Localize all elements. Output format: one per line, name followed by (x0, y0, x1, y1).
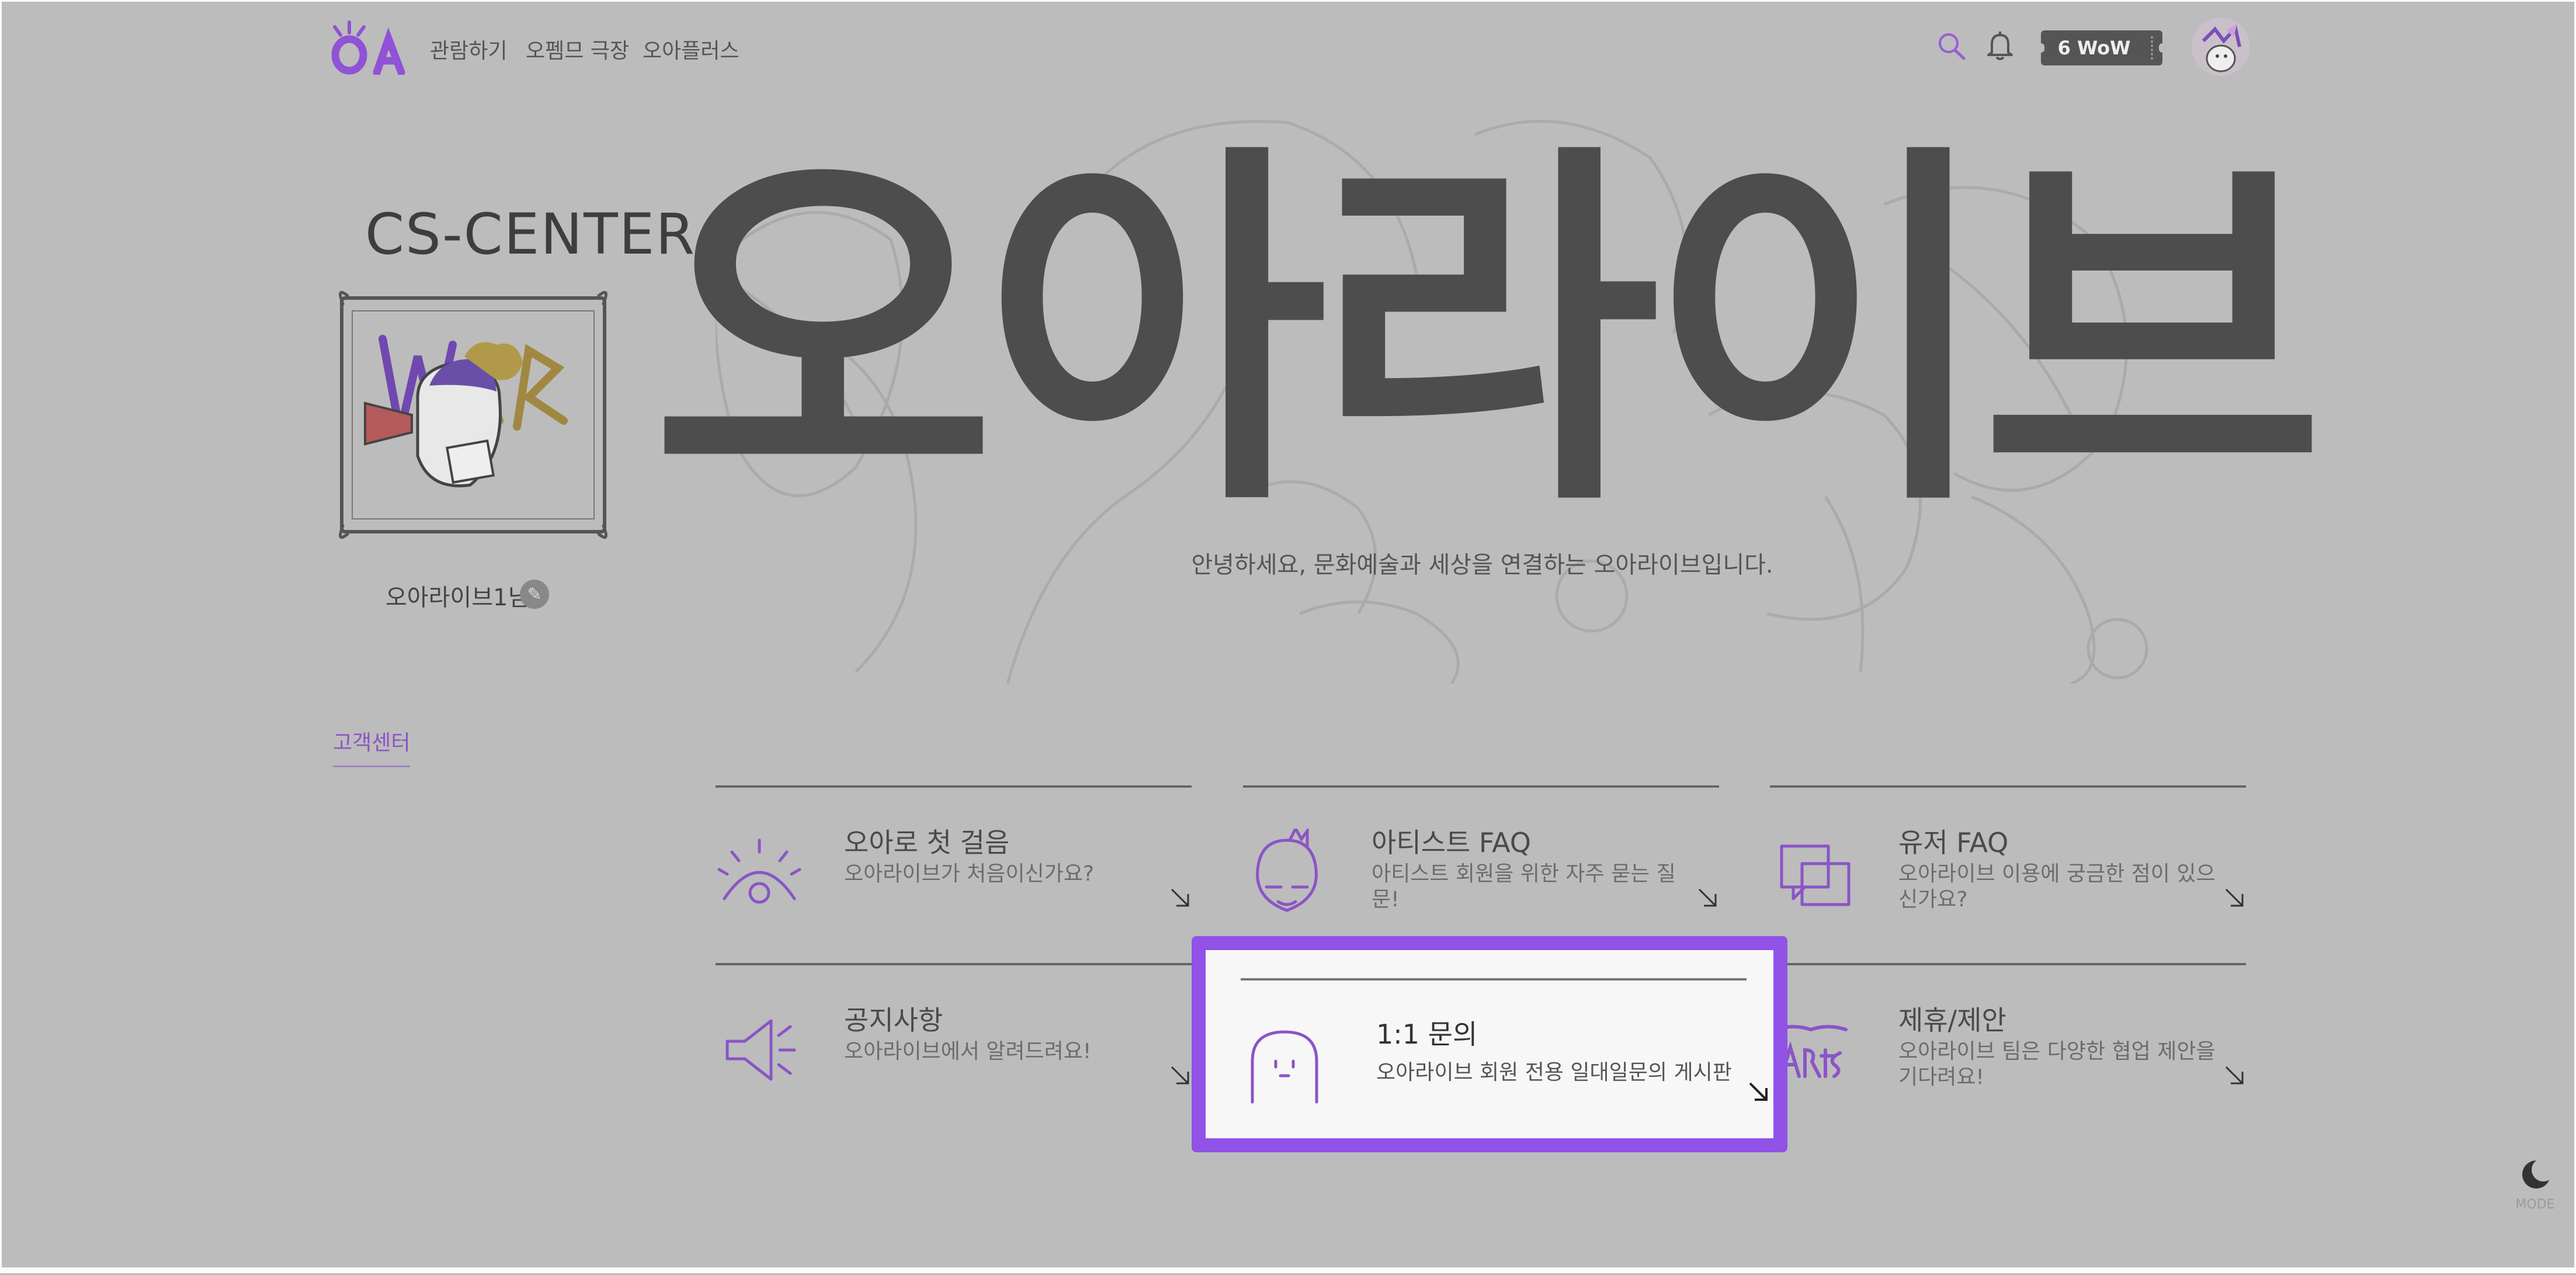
ticket-notch (2159, 43, 2166, 53)
dark-mode-toggle[interactable]: MODE (2500, 1157, 2570, 1215)
card-title: 아티스트 FAQ (1372, 827, 1532, 858)
card-notice[interactable]: 공지사항 오아라이브에서 알려드려요! (716, 963, 1192, 1106)
artist-face-icon (1256, 829, 1318, 912)
nav-item-oa-plus[interactable]: 오아플러스 (643, 34, 740, 64)
card-desc: 오아라이브가 처음이신가요? (844, 862, 1094, 886)
profile-frame-illustration (339, 290, 607, 539)
card-desc: 오아라이브 이용에 궁금한 점이 있으신가요? (1898, 862, 2216, 912)
avatar[interactable] (2192, 18, 2250, 76)
hero-title: 오아라이브 (651, 115, 2325, 550)
card-title: 오아로 첫 걸음 (844, 827, 1010, 858)
card-desc: 오아라이브 회원 전용 일대일문의 게시판 (1376, 1061, 1732, 1085)
arrow-down-right-icon (2225, 888, 2244, 907)
nav-item-watch[interactable]: 관람하기 (430, 34, 507, 64)
mode-label: MODE (2515, 1197, 2554, 1212)
arrow-down-right-icon (1749, 1082, 1768, 1101)
card-user-faq[interactable]: 유저 FAQ 오아라이브 이용에 궁금한 점이 있으신가요? (1770, 785, 2246, 928)
card-desc: 아티스트 회원을 위한 자주 묻는 질문! (1372, 862, 1676, 912)
avatar-image (2202, 23, 2241, 72)
pencil-icon[interactable]: ✎ (520, 580, 549, 609)
arrow-down-right-icon (1698, 888, 1717, 907)
card-title: 공지사항 (844, 1004, 943, 1036)
card-title: 1:1 문의 (1376, 1018, 1478, 1050)
arrow-down-right-icon (1171, 1066, 1189, 1085)
megaphone-icon (725, 1019, 796, 1081)
oa-logo[interactable] (330, 16, 412, 75)
bell-icon[interactable] (1983, 28, 2018, 63)
hero-subtitle: 안녕하세요, 문화예술과 세상을 연결하는 오아라이브입니다. (1191, 552, 1773, 578)
arrow-down-right-icon (2225, 1066, 2244, 1085)
card-title: 유저 FAQ (1898, 827, 2009, 858)
search-icon[interactable] (1935, 28, 1970, 63)
wow-label: 6 WoW (2057, 37, 2131, 59)
sidebar-item-customer-center[interactable]: 고객센터 (333, 726, 411, 767)
card-desc: 오아라이브 팀은 다양한 협업 제안을 기다려요! (1898, 1040, 2216, 1089)
eye-icon (717, 839, 801, 904)
card-first-steps[interactable]: 오아로 첫 걸음 오아라이브가 처음이신가요? (716, 785, 1192, 928)
arrow-down-right-icon (1171, 888, 1189, 907)
card-partnership[interactable]: 제휴/제안 오아라이브 팀은 다양한 협업 제안을 기다려요! (1770, 963, 2246, 1106)
card-one-to-one-inquiry[interactable]: 1:1 문의 오아라이브 회원 전용 일대일문의 게시판 (1192, 936, 1787, 1152)
page: 관람하기 오펨므 극장 오아플러스 6 WoW CS-CENTER 오아라이브1… (0, 0, 2576, 1275)
ghost-icon (1251, 1030, 1318, 1104)
card-title: 제휴/제안 (1898, 1004, 2006, 1036)
ticket-notch (2037, 43, 2044, 53)
wow-balance-button[interactable]: 6 WoW (2037, 30, 2166, 65)
chat-bubbles-icon (1780, 844, 1851, 906)
card-artist-faq[interactable]: 아티스트 FAQ 아티스트 회원을 위한 자주 묻는 질문! (1243, 785, 1719, 928)
nav-item-theater[interactable]: 오펨므 극장 (526, 34, 629, 64)
card-divider (1241, 978, 1747, 980)
card-desc: 오아라이브에서 알려드려요! (844, 1040, 1092, 1063)
username: 오아라이브1님 (386, 584, 530, 611)
